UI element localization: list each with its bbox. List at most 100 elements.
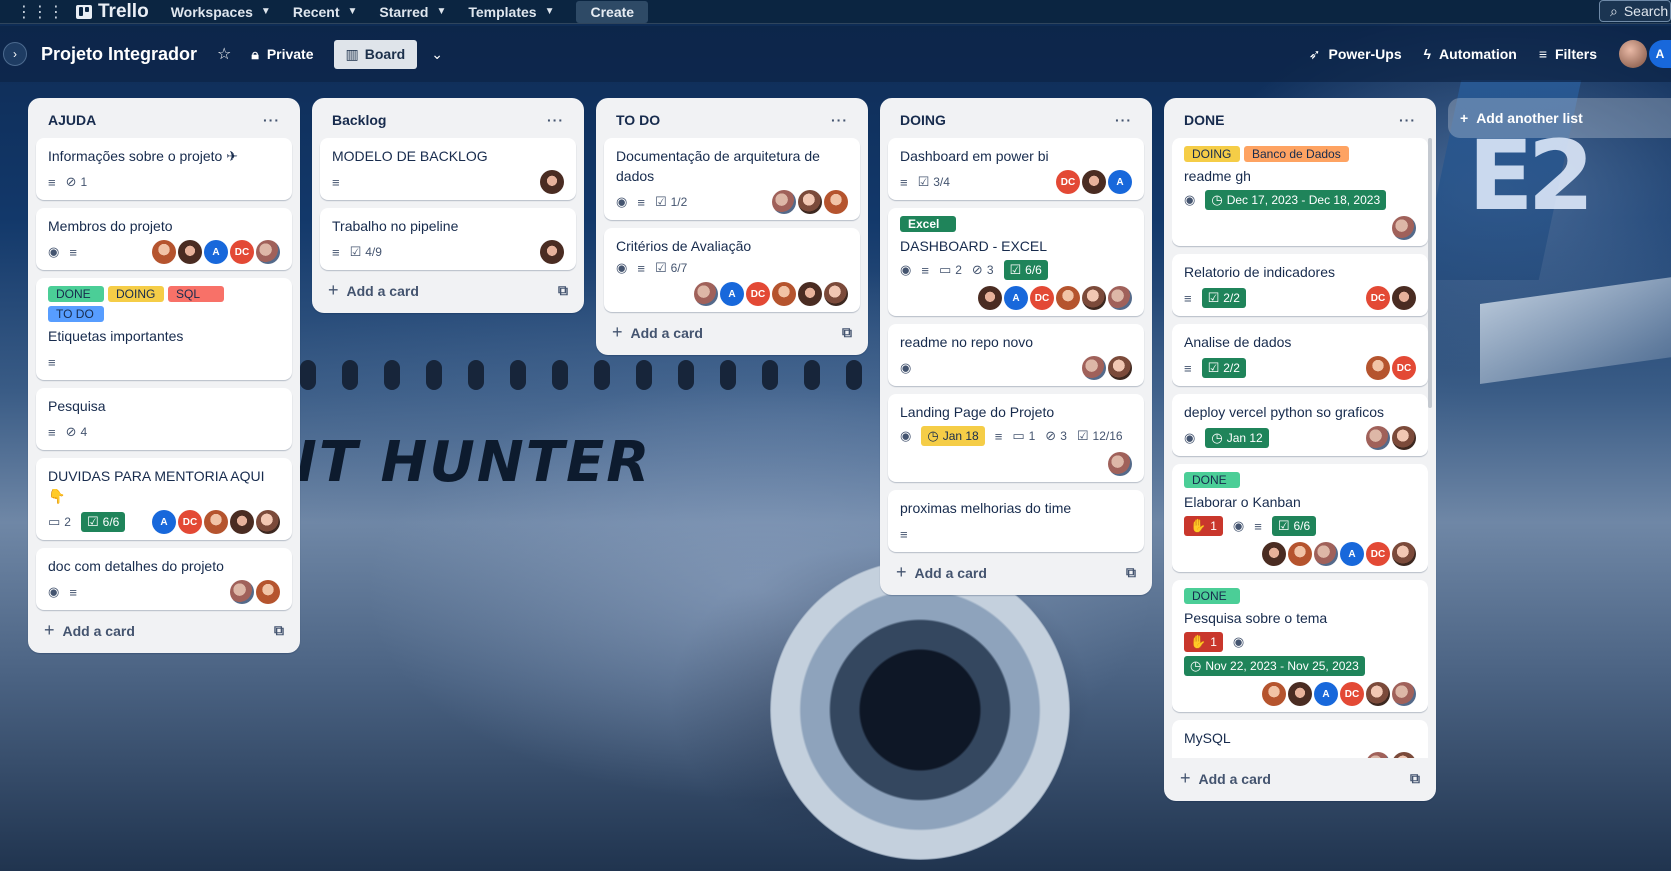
avatar[interactable] <box>1619 40 1647 68</box>
card[interactable]: Excel DASHBOARD - EXCEL ◉ ≡ ▭ 2 ⊘ 3 ☑ 6/6 A DC <box>888 208 1144 316</box>
avatar[interactable]: A <box>1649 40 1671 68</box>
avatar[interactable] <box>1262 682 1286 706</box>
card-label[interactable]: DONE <box>1184 588 1240 604</box>
card-label[interactable]: SQL <box>168 286 224 302</box>
list-title[interactable]: TO DO <box>616 112 660 128</box>
avatar[interactable] <box>152 240 176 264</box>
avatar[interactable] <box>1288 542 1312 566</box>
avatar[interactable] <box>1108 286 1132 310</box>
list-title[interactable]: AJUDA <box>48 112 96 128</box>
avatar[interactable] <box>230 580 254 604</box>
card[interactable]: DUVIDAS PARA MENTORIA AQUI 👇 ▭ 2 ☑ 6/6 A DC <box>36 458 292 540</box>
card-label[interactable]: Banco de Dados <box>1244 146 1349 162</box>
visibility-button[interactable]: 🔒︎ Private <box>251 46 313 63</box>
avatar[interactable] <box>204 510 228 534</box>
more-icon[interactable]: ··· <box>1399 112 1416 128</box>
card-label[interactable]: TO DO <box>48 306 104 322</box>
card[interactable]: Trabalho no pipeline ≡ ☑ 4/9 <box>320 208 576 270</box>
avatar[interactable]: DC <box>230 240 254 264</box>
avatar[interactable]: A <box>1108 170 1132 194</box>
avatar[interactable] <box>1366 426 1390 450</box>
card-template-icon[interactable]: ⧉ <box>1126 564 1136 581</box>
avatar[interactable]: DC <box>178 510 202 534</box>
powerups-button[interactable]: ➶ Power-Ups <box>1309 46 1402 63</box>
avatar[interactable] <box>230 510 254 534</box>
card-template-icon[interactable]: ⧉ <box>1410 770 1420 787</box>
avatar[interactable] <box>1366 752 1390 758</box>
avatar[interactable] <box>1366 356 1390 380</box>
avatar[interactable]: DC <box>1392 356 1416 380</box>
avatar[interactable] <box>1108 356 1132 380</box>
avatar[interactable] <box>772 282 796 306</box>
card[interactable]: DONE Pesquisa sobre o tema ✋ 1 ◉ ◷ Nov 22, 202… <box>1172 580 1428 712</box>
board-view-button[interactable]: ▥ Board <box>333 39 418 69</box>
more-icon[interactable]: ··· <box>547 112 564 128</box>
card[interactable]: Dashboard em power bi ≡ ☑ 3/4 DC A <box>888 138 1144 200</box>
card-label[interactable]: Excel <box>900 216 956 232</box>
card[interactable]: doc com detalhes do projeto ◉ ≡ <box>36 548 292 610</box>
avatar[interactable] <box>798 190 822 214</box>
more-icon[interactable]: ··· <box>1115 112 1132 128</box>
card[interactable]: MODELO DE BACKLOG ≡ <box>320 138 576 200</box>
avatar[interactable] <box>1262 542 1286 566</box>
avatar[interactable] <box>772 190 796 214</box>
more-icon[interactable]: ··· <box>831 112 848 128</box>
card-template-icon[interactable]: ⧉ <box>842 324 852 341</box>
card[interactable]: Analise de dados ≡ ☑ 2/2 DC <box>1172 324 1428 386</box>
card-label[interactable]: DONE <box>48 286 104 302</box>
avatar[interactable] <box>1392 682 1416 706</box>
avatar[interactable]: A <box>720 282 744 306</box>
star-icon[interactable]: ☆ <box>217 44 231 64</box>
avatar[interactable] <box>1392 426 1416 450</box>
list-title[interactable]: DONE <box>1184 112 1224 128</box>
card-label[interactable]: DOING <box>108 286 164 302</box>
avatar[interactable] <box>1056 286 1080 310</box>
avatar[interactable]: DC <box>1340 682 1364 706</box>
add-card-button[interactable]: + Add a card ⧉ <box>36 610 292 645</box>
card[interactable]: DONE Elaborar o Kanban ✋ 1 ◉ ≡ ☑ 6/6 A DC <box>1172 464 1428 572</box>
card[interactable]: deploy vercel python so graficos ◉ ◷ Jan 12 <box>1172 394 1428 456</box>
card[interactable]: Landing Page do Projeto ◉ ◷ Jan 18 ≡ ▭ 1 ⊘ 3 ☑ 12/… <box>888 394 1144 482</box>
avatar[interactable]: DC <box>746 282 770 306</box>
avatar[interactable] <box>1392 216 1416 240</box>
add-card-button[interactable]: + Add a card ⧉ <box>604 312 860 347</box>
avatar[interactable] <box>540 240 564 264</box>
card[interactable]: Membros do projeto ◉ ≡ A DC <box>36 208 292 270</box>
sidebar-toggle-button[interactable]: › <box>3 42 27 66</box>
add-list-button[interactable]: + Add another list <box>1448 98 1671 138</box>
avatar[interactable] <box>540 170 564 194</box>
card[interactable]: readme no repo novo ◉ <box>888 324 1144 386</box>
board-members[interactable]: A <box>1619 40 1671 68</box>
card-label[interactable]: DONE <box>1184 472 1240 488</box>
avatar[interactable] <box>256 580 280 604</box>
avatar[interactable] <box>1314 542 1338 566</box>
avatar[interactable] <box>1288 682 1312 706</box>
more-icon[interactable]: ··· <box>263 112 280 128</box>
nav-workspaces[interactable]: Workspaces ▼ <box>171 4 271 20</box>
nav-recent[interactable]: Recent ▼ <box>293 4 358 20</box>
scrollbar[interactable] <box>1428 138 1432 408</box>
avatar[interactable] <box>1082 356 1106 380</box>
list-title[interactable]: Backlog <box>332 112 386 128</box>
card-template-icon[interactable]: ⧉ <box>558 282 568 299</box>
avatar[interactable] <box>1392 752 1416 758</box>
avatar[interactable] <box>978 286 1002 310</box>
avatar[interactable] <box>256 240 280 264</box>
app-switcher-icon[interactable]: ⋮⋮⋮ <box>16 2 64 22</box>
avatar[interactable] <box>798 282 822 306</box>
avatar[interactable]: A <box>1004 286 1028 310</box>
avatar[interactable] <box>1392 542 1416 566</box>
chevron-down-icon[interactable]: ⌄ <box>431 46 443 63</box>
avatar[interactable] <box>1082 286 1106 310</box>
card[interactable]: Informações sobre o projeto ✈ ≡ ⊘ 1 <box>36 138 292 200</box>
card[interactable]: Documentação de arquitetura de dados ◉ ≡ ☑ 1… <box>604 138 860 220</box>
avatar[interactable]: A <box>1314 682 1338 706</box>
nav-starred[interactable]: Starred ▼ <box>379 4 446 20</box>
avatar[interactable] <box>694 282 718 306</box>
card[interactable]: DOING Banco de Dados readme gh ◉ ◷ Dec 17, 20… <box>1172 138 1428 246</box>
avatar[interactable]: A <box>152 510 176 534</box>
avatar[interactable] <box>1392 286 1416 310</box>
avatar[interactable] <box>178 240 202 264</box>
card[interactable]: Relatorio de indicadores ≡ ☑ 2/2 DC <box>1172 254 1428 316</box>
avatar[interactable] <box>1366 682 1390 706</box>
